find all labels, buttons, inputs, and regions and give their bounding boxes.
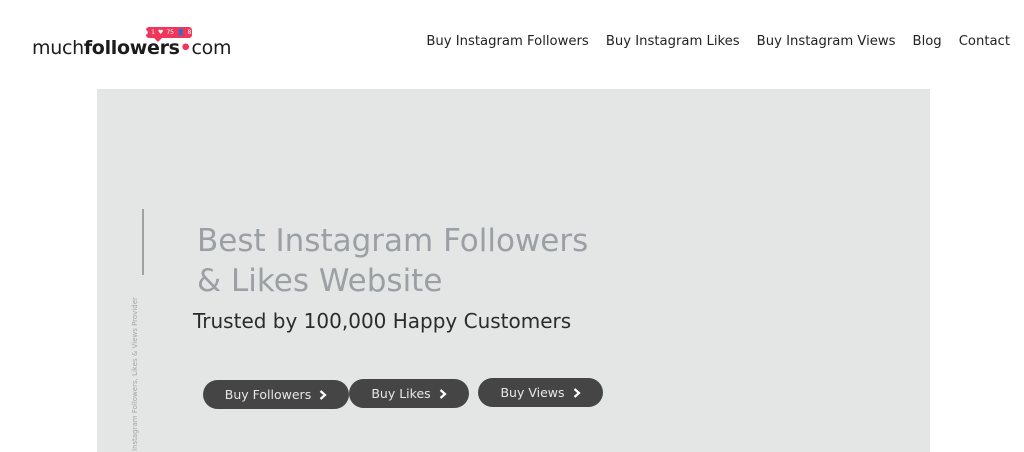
buy-likes-button[interactable]: Buy Likes bbox=[349, 379, 469, 408]
buy-views-label: Buy Views bbox=[500, 385, 565, 400]
nav-blog[interactable]: Blog bbox=[913, 34, 942, 49]
hero-section: Instagram Followers, Likes & Views Provi… bbox=[97, 89, 930, 452]
buy-followers-button[interactable]: Buy Followers bbox=[203, 380, 349, 409]
buy-likes-label: Buy Likes bbox=[371, 386, 431, 401]
hero-title-line2: & Likes Website bbox=[197, 263, 443, 299]
hero-divider-line bbox=[142, 209, 144, 275]
hero-title-line1: Best Instagram Followers bbox=[197, 223, 589, 259]
buy-views-button[interactable]: Buy Views bbox=[478, 378, 603, 407]
chevron-right-icon bbox=[573, 387, 581, 398]
logo-wordmark: muchfollowers•com bbox=[32, 37, 232, 59]
main-nav: Buy Instagram Followers Buy Instagram Li… bbox=[426, 34, 1010, 49]
nav-buy-instagram-followers[interactable]: Buy Instagram Followers bbox=[426, 34, 588, 49]
chevron-right-icon bbox=[439, 388, 447, 399]
nav-buy-instagram-views[interactable]: Buy Instagram Views bbox=[757, 34, 896, 49]
hero-vertical-caption: Instagram Followers, Likes & Views Provi… bbox=[131, 297, 139, 451]
buy-followers-label: Buy Followers bbox=[224, 387, 312, 402]
logo-text-followers: followers bbox=[83, 37, 180, 59]
logo-text-much: much bbox=[32, 37, 84, 59]
logo-text-com: com bbox=[191, 37, 232, 59]
nav-buy-instagram-likes[interactable]: Buy Instagram Likes bbox=[606, 34, 740, 49]
chevron-right-icon bbox=[319, 389, 327, 400]
nav-contact[interactable]: Contact bbox=[959, 34, 1010, 49]
hero-subtitle: Trusted by 100,000 Happy Customers bbox=[193, 309, 572, 333]
hero-title: Best Instagram Followers & Likes Website bbox=[197, 221, 717, 301]
site-logo[interactable]: ● 1 ♥ 75 👤 87 muchfollowers•com bbox=[32, 24, 232, 64]
logo-dot: • bbox=[179, 37, 192, 59]
